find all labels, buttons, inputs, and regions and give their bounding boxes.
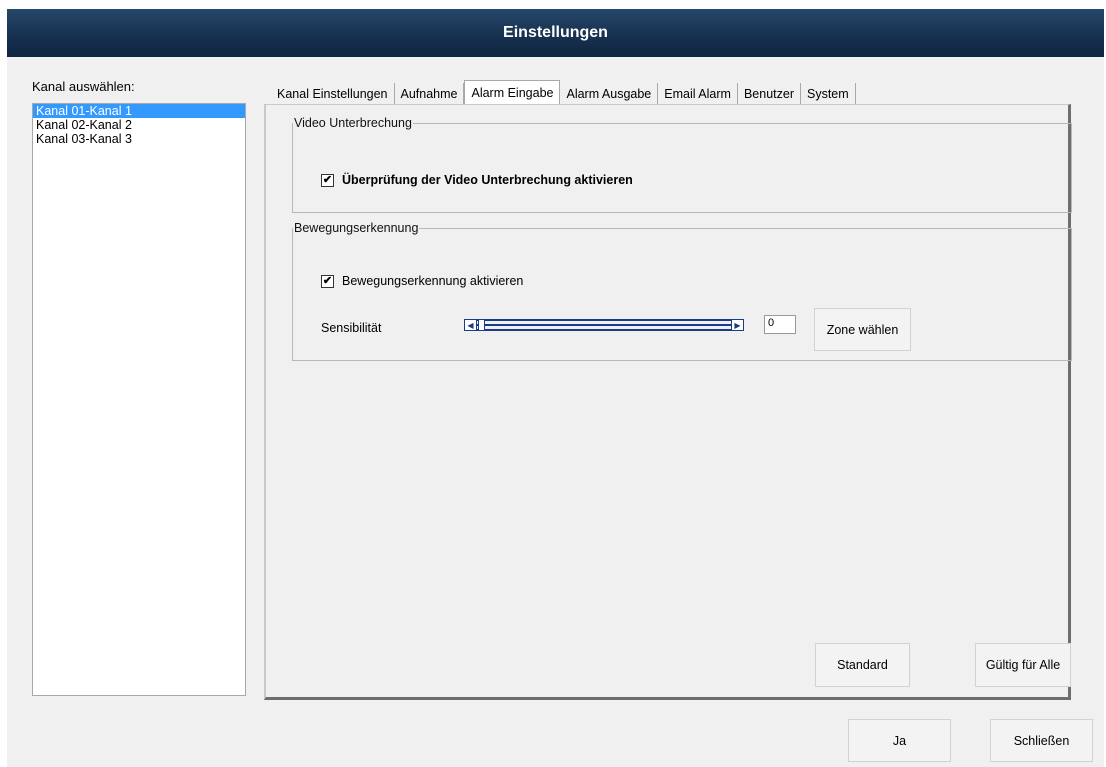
channel-item-1[interactable]: Kanal 01-Kanal 1 (33, 104, 245, 118)
motion-detection-checkbox-label: Bewegungserkennung aktivieren (342, 274, 524, 288)
motion-detection-legend: Bewegungserkennung (294, 221, 419, 235)
video-loss-checkbox[interactable]: ✔ Überprüfung der Video Unterbrechung ak… (321, 173, 633, 187)
standard-button[interactable]: Standard (815, 643, 910, 687)
window-title: Einstellungen (503, 24, 608, 41)
video-loss-checkbox-label: Überprüfung der Video Unterbrechung akti… (342, 173, 633, 187)
channel-item-2[interactable]: Kanal 02-Kanal 2 (33, 118, 245, 132)
apply-all-button[interactable]: Gültig für Alle (975, 643, 1071, 687)
tab-bar: Kanal Einstellungen Aufnahme Alarm Einga… (271, 79, 856, 106)
channel-list[interactable]: Kanal 01-Kanal 1 Kanal 02-Kanal 2 Kanal … (32, 103, 246, 696)
tab-system[interactable]: System (800, 83, 856, 105)
tab-recording[interactable]: Aufnahme (394, 83, 465, 105)
tab-email-alarm[interactable]: Email Alarm (658, 83, 738, 105)
close-button[interactable]: Schließen (990, 719, 1093, 762)
ok-button[interactable]: Ja (848, 719, 951, 762)
channel-select-label: Kanal auswählen: (32, 79, 135, 94)
video-loss-legend: Video Unterbrechung (294, 116, 412, 130)
slider-track[interactable] (477, 319, 731, 331)
slider-thumb[interactable] (478, 319, 485, 331)
motion-detection-checkbox-box[interactable]: ✔ (321, 274, 334, 288)
video-loss-group: Video Unterbrechung (292, 116, 1072, 213)
alarm-input-panel: Video Unterbrechung ✔ Überprüfung der Vi… (264, 104, 1072, 700)
slider-left-arrow-icon[interactable]: ◀ (464, 319, 477, 331)
settings-window: Einstellungen Kanal auswählen: Kanal 01-… (7, 9, 1104, 767)
title-bar: Einstellungen (7, 9, 1104, 57)
sensitivity-label: Sensibilität (321, 321, 382, 335)
tab-alarm-input[interactable]: Alarm Eingabe (464, 80, 561, 106)
tab-channel-settings[interactable]: Kanal Einstellungen (271, 83, 395, 105)
channel-item-3[interactable]: Kanal 03-Kanal 3 (33, 132, 245, 146)
tab-alarm-output[interactable]: Alarm Ausgabe (560, 83, 659, 105)
zone-select-button[interactable]: Zone wählen (814, 308, 911, 351)
sensitivity-value-field[interactable]: 0 (764, 315, 796, 334)
tab-users[interactable]: Benutzer (737, 83, 801, 105)
sensitivity-slider[interactable]: ◀ ▶ (464, 318, 744, 332)
motion-detection-checkbox[interactable]: ✔ Bewegungserkennung aktivieren (321, 274, 523, 288)
video-loss-checkbox-box[interactable]: ✔ (321, 173, 334, 187)
motion-detection-group: Bewegungserkennung (292, 221, 1072, 361)
slider-right-arrow-icon[interactable]: ▶ (731, 319, 744, 331)
